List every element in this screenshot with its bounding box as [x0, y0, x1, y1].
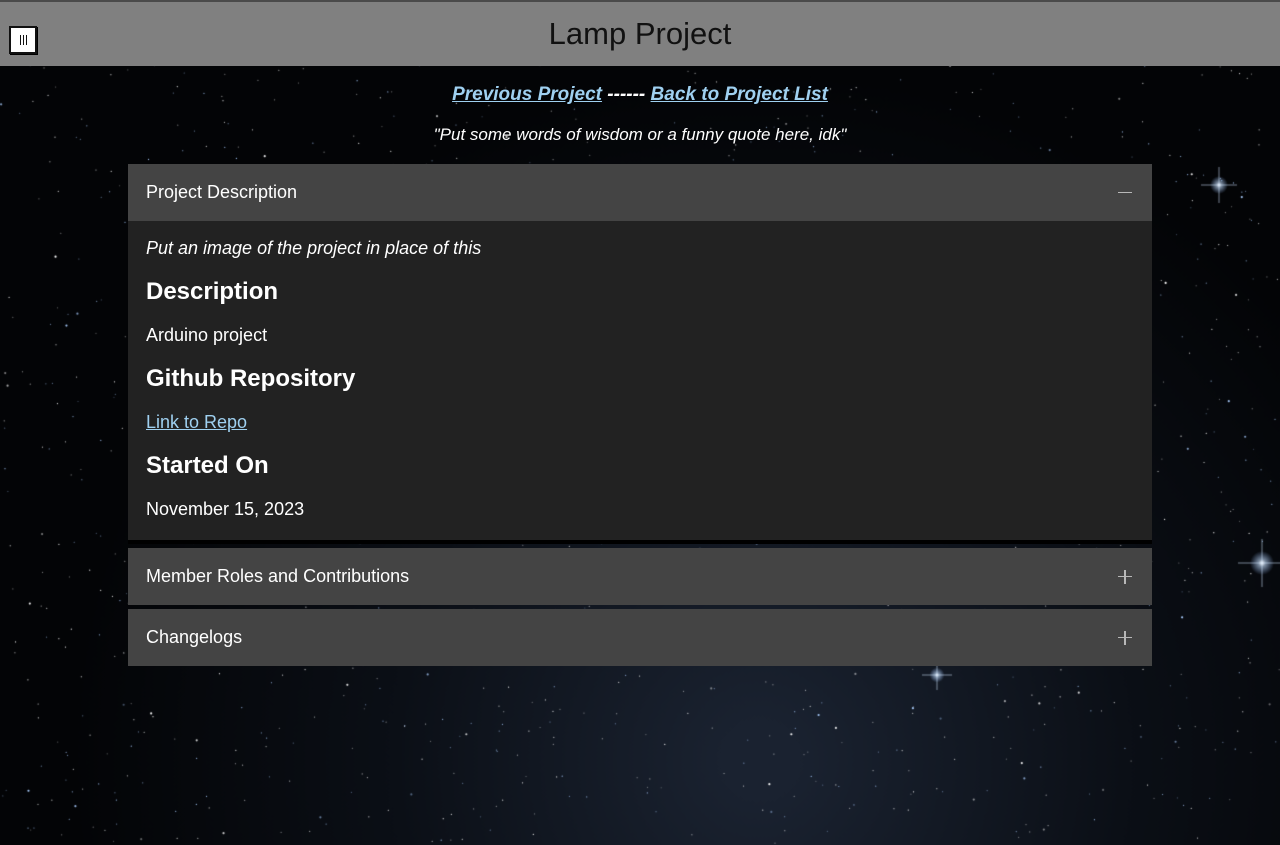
- plus-icon[interactable]: [1118, 630, 1132, 645]
- nav-separator: ------: [607, 84, 646, 105]
- minus-icon[interactable]: [1118, 186, 1132, 200]
- top-bar: Lamp Project: [0, 0, 1280, 66]
- accordion-header-changelogs[interactable]: Changelogs: [128, 609, 1152, 666]
- accordion-title: Changelogs: [146, 627, 243, 647]
- accordion-member-roles: Member Roles and Contributions: [128, 548, 1152, 605]
- description-heading: Description: [146, 278, 279, 305]
- started-on-heading: Started On: [146, 452, 269, 479]
- plus-icon[interactable]: [1118, 569, 1132, 584]
- description-text: Arduino project: [146, 325, 268, 345]
- accordion-header-project-description[interactable]: Project Description: [128, 164, 1152, 221]
- image-placeholder-text: Put an image of the project in place of …: [146, 238, 482, 258]
- page: Lamp Project Previous Project ------ Bac…: [0, 0, 1280, 845]
- previous-project-link[interactable]: Previous Project: [452, 84, 602, 105]
- started-on-date: November 15, 2023: [146, 499, 305, 519]
- back-to-project-list-link[interactable]: Back to Project List: [651, 84, 828, 105]
- accordion-changelogs: Changelogs: [128, 609, 1152, 666]
- accordion-title: Member Roles and Contributions: [146, 566, 410, 586]
- accordion-title: Project Description: [146, 182, 298, 202]
- accordion-project-description: Project Description Put an image of the …: [128, 164, 1152, 544]
- accordion-header-member-roles[interactable]: Member Roles and Contributions: [128, 548, 1152, 605]
- repo-heading: Github Repository: [146, 365, 356, 392]
- page-title: Lamp Project: [548, 16, 732, 51]
- accordion-body-project-description: Put an image of the project in place of …: [128, 221, 1152, 544]
- repo-link[interactable]: Link to Repo: [146, 412, 247, 432]
- quote: "Put some words of wisdom or a funny quo…: [433, 125, 847, 144]
- project-nav: Previous Project ------ Back to Project …: [0, 83, 1280, 107]
